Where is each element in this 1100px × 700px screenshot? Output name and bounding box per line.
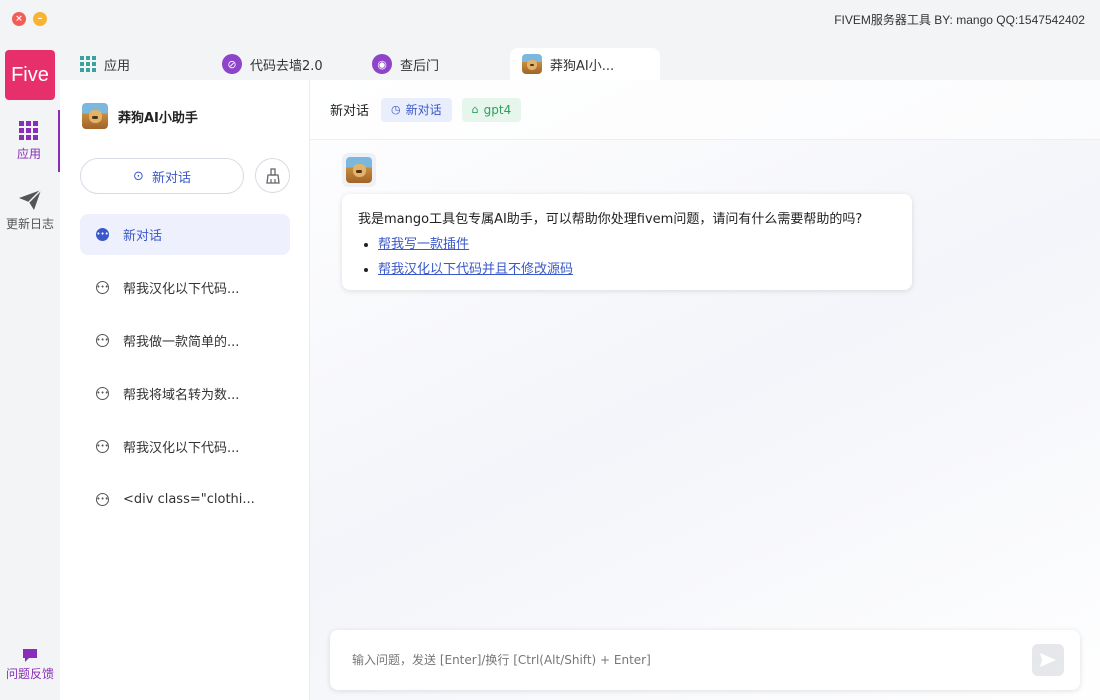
tab-label: 应用 bbox=[104, 58, 131, 74]
list-item[interactable]: ••• 帮我做一款简单的... bbox=[80, 320, 290, 361]
chat-dots-icon: ••• bbox=[96, 493, 109, 506]
paper-plane-icon bbox=[19, 188, 42, 210]
tab-ai-assistant[interactable]: 莽狗AI小... bbox=[510, 48, 660, 80]
new-chat-button[interactable]: ⊙ 新对话 bbox=[80, 158, 244, 194]
tab-bar: 应用 ⊘ 代码去墙2.0 ◉ 查后门 莽狗AI小... bbox=[60, 40, 1100, 80]
chat-dots-icon: ••• bbox=[96, 334, 109, 347]
chat-area: 新对话 ◷ 新对话 ⌂ gpt4 我是mango工具包专属AI助手，可以帮助你处… bbox=[310, 80, 1100, 700]
avatar-icon bbox=[522, 54, 542, 74]
list-item[interactable]: ••• 帮我汉化以下代码... bbox=[80, 267, 290, 308]
minimize-icon: – bbox=[37, 13, 43, 24]
clear-history-button[interactable] bbox=[255, 158, 290, 193]
chat-header: 新对话 ◷ 新对话 ⌂ gpt4 bbox=[310, 80, 1100, 140]
rail-item-apps[interactable]: 应用 bbox=[0, 110, 60, 172]
grid-icon bbox=[19, 120, 39, 141]
window-title: FIVEM服务器工具 BY: mango QQ:1547542402 bbox=[834, 13, 1085, 27]
close-icon: × bbox=[15, 13, 23, 24]
avatar bbox=[346, 157, 372, 183]
fingerprint-icon: ◉ bbox=[372, 54, 392, 74]
tab-backdoor-check[interactable]: ◉ 查后门 bbox=[360, 48, 500, 80]
send-button[interactable] bbox=[1032, 644, 1064, 676]
suggestion-list: 帮我写一款插件 帮我汉化以下代码并且不修改源码 bbox=[358, 233, 896, 277]
conversation-sidebar: 莽狗AI小助手 ⊙ 新对话 ••• 新对话 ••• 帮我汉化以下代码... ••… bbox=[60, 80, 310, 700]
message-text: 我是mango工具包专属AI助手，可以帮助你处理fivem问题，请问有什么需要帮… bbox=[358, 212, 863, 227]
tab-label: 查后门 bbox=[400, 58, 440, 74]
broom-icon bbox=[265, 167, 280, 184]
list-item[interactable]: ••• 帮我将域名转为数... bbox=[80, 373, 290, 414]
conversation-list: ••• 新对话 ••• 帮我汉化以下代码... ••• 帮我做一款简单的... … bbox=[80, 214, 290, 532]
rail-item-feedback[interactable]: 问题反馈 bbox=[0, 640, 60, 690]
model-tag: ⌂ gpt4 bbox=[461, 97, 522, 122]
title-bar: × – FIVEM服务器工具 BY: mango QQ:1547542402 bbox=[0, 0, 1100, 40]
list-item: 帮我汉化以下代码并且不修改源码 bbox=[378, 258, 896, 277]
assistant-message-avatar bbox=[342, 153, 376, 187]
grid-icon bbox=[80, 56, 96, 72]
chat-dots-icon: ••• bbox=[96, 387, 109, 400]
rail-item-label: 应用 bbox=[16, 146, 41, 161]
chat-dots-icon: ••• bbox=[96, 228, 109, 241]
minimize-window-button[interactable]: – bbox=[33, 12, 47, 26]
tab-code-unlock[interactable]: ⊘ 代码去墙2.0 bbox=[210, 48, 350, 80]
rail-item-label: 更新日志 bbox=[5, 216, 54, 231]
assistant-title: 莽狗AI小助手 bbox=[118, 110, 198, 126]
code-unlock-icon: ⊘ bbox=[222, 54, 242, 74]
close-window-button[interactable]: × bbox=[12, 12, 26, 26]
new-chat-label: 新对话 bbox=[151, 170, 191, 186]
conversation-tag: ◷ 新对话 bbox=[381, 97, 452, 122]
rail-item-changelog[interactable]: 更新日志 bbox=[0, 180, 60, 240]
chat-bubble-icon bbox=[23, 648, 37, 662]
list-item[interactable]: ••• 帮我汉化以下代码... bbox=[80, 426, 290, 467]
robot-icon: ⌂ bbox=[471, 103, 479, 116]
tab-label: 莽狗AI小... bbox=[550, 58, 615, 74]
app-logo: Five bbox=[5, 50, 55, 100]
left-rail: Five 应用 更新日志 问题反馈 bbox=[0, 40, 60, 700]
main-panel: 莽狗AI小助手 ⊙ 新对话 ••• 新对话 ••• 帮我汉化以下代码... ••… bbox=[60, 80, 1100, 700]
send-icon bbox=[1040, 653, 1056, 667]
suggestion-link[interactable]: 帮我汉化以下代码并且不修改源码 bbox=[378, 262, 573, 277]
tab-label: 代码去墙2.0 bbox=[250, 58, 323, 74]
list-item[interactable]: ••• 新对话 bbox=[80, 214, 290, 255]
suggestion-link[interactable]: 帮我写一款插件 bbox=[378, 237, 469, 252]
message-input[interactable] bbox=[352, 648, 1012, 672]
chat-dots-icon: ••• bbox=[96, 281, 109, 294]
clock-icon: ◷ bbox=[391, 103, 401, 116]
assistant-message: 我是mango工具包专属AI助手，可以帮助你处理fivem问题，请问有什么需要帮… bbox=[342, 194, 912, 290]
assistant-header: 莽狗AI小助手 bbox=[82, 102, 198, 130]
list-item: 帮我写一款插件 bbox=[378, 233, 896, 252]
list-item[interactable]: ••• <div class="clothi... bbox=[80, 479, 290, 520]
chat-dots-icon: ⊙ bbox=[133, 168, 144, 184]
rail-item-label: 问题反馈 bbox=[5, 666, 54, 681]
assistant-avatar bbox=[82, 103, 108, 129]
chat-title: 新对话 bbox=[330, 104, 370, 119]
chat-dots-icon: ••• bbox=[96, 440, 109, 453]
message-input-box bbox=[330, 630, 1080, 690]
tab-apps[interactable]: 应用 bbox=[68, 48, 188, 80]
